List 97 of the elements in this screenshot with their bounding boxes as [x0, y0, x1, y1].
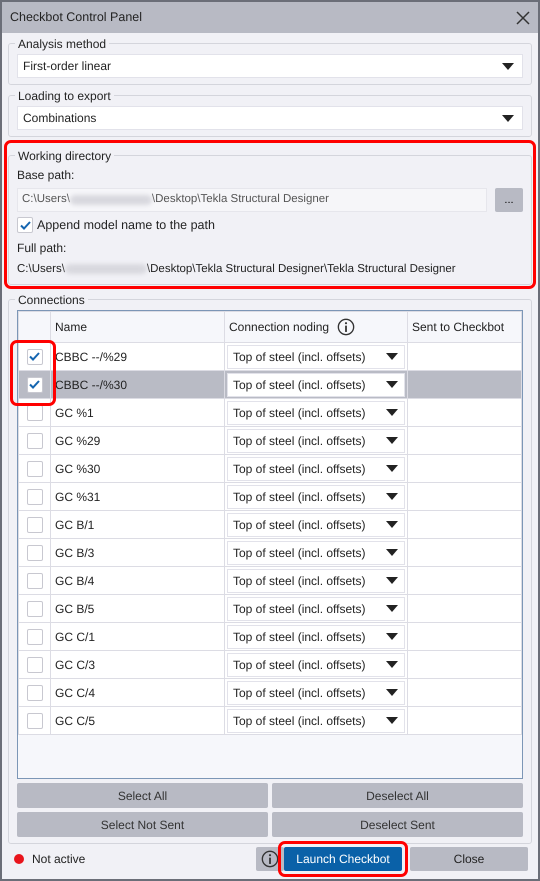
checkbox[interactable]	[26, 432, 42, 448]
dropdown-arrow-icon	[502, 114, 514, 122]
noding-dropdown[interactable]: Top of steel (incl. offsets)	[227, 540, 405, 564]
field-label: Full path:	[17, 240, 68, 257]
table-cell: GC C/5	[55, 714, 96, 728]
table-cell: GC C/4	[55, 686, 96, 700]
path-text: \Desktop\Tekla Structural Designer	[152, 192, 329, 208]
checkbox[interactable]	[26, 516, 42, 532]
dropdown-arrow-icon	[386, 605, 398, 612]
table-cell: GC %1	[55, 406, 94, 420]
table-row[interactable]: GC %31 Top of steel (incl. offsets)	[18, 482, 522, 510]
dropdown-arrow-icon	[386, 381, 398, 388]
table-row[interactable]: GC B/5 Top of steel (incl. offsets)	[18, 594, 522, 622]
table-row[interactable]: CBBC --/%29 Top of steel (incl. offsets)	[18, 342, 522, 370]
action-button[interactable]: Select All	[17, 783, 268, 808]
noding-dropdown[interactable]: Top of steel (incl. offsets)	[227, 708, 405, 732]
table-row[interactable]: GC %30 Top of steel (incl. offsets)	[18, 454, 522, 482]
table-cell: CBBC --/%29	[55, 350, 128, 364]
table-cell: GC %29	[55, 434, 100, 448]
dropdown-arrow-icon	[386, 689, 398, 696]
noding-dropdown[interactable]: Top of steel (incl. offsets)	[227, 652, 405, 676]
close-button[interactable]	[514, 8, 532, 26]
dropdown-arrow-icon	[502, 62, 514, 70]
table-cell: GC C/1	[55, 630, 96, 644]
dropdown-arrow-icon	[386, 633, 398, 640]
loading-dropdown[interactable]: Combinations	[17, 106, 523, 130]
checkbox[interactable]	[26, 656, 42, 672]
noding-dropdown[interactable]: Top of steel (incl. offsets)	[227, 624, 405, 648]
dropdown-arrow-icon	[386, 493, 398, 500]
path-text: C:\Users\	[22, 192, 70, 208]
checkbox[interactable]	[26, 600, 42, 616]
path-field[interactable]: C:\Users\ \Desktop\Tekla Structural Designer	[17, 188, 487, 212]
close-button[interactable]: Close	[410, 846, 528, 870]
path-text: \Desktop\Tekla Structural Designer\Tekla Structural Designer	[146, 262, 456, 277]
action-button[interactable]: Deselect All	[272, 783, 523, 808]
table-row[interactable]: GC B/4 Top of steel (incl. offsets)	[18, 566, 522, 594]
info-icon	[337, 318, 356, 336]
checkbox[interactable]	[26, 712, 42, 728]
table-cell: CBBC --/%30	[55, 378, 128, 392]
noding-dropdown[interactable]: Top of steel (incl. offsets)	[227, 428, 405, 452]
checkbox[interactable]	[26, 684, 42, 700]
checkbox[interactable]	[26, 544, 42, 560]
table-cell: GC %30	[55, 462, 100, 476]
dropdown-arrow-icon	[386, 409, 398, 416]
table-cell: GC B/3	[55, 546, 94, 560]
noding-dropdown[interactable]: Top of steel (incl. offsets)	[227, 484, 405, 508]
launch-button[interactable]: Launch Checkbot	[284, 846, 402, 870]
noding-dropdown[interactable]: Top of steel (incl. offsets)	[227, 344, 405, 368]
dropdown-arrow-icon	[386, 465, 398, 472]
action-button[interactable]: Select Not Sent	[17, 812, 268, 837]
table-cell: GC %31	[55, 490, 100, 504]
checkbox[interactable]	[26, 376, 42, 392]
column-header: Connection noding	[229, 318, 356, 336]
noding-dropdown[interactable]: Top of steel (incl. offsets)	[227, 456, 405, 480]
checkbox[interactable]	[17, 217, 33, 234]
dropdown-arrow-icon	[386, 353, 398, 360]
table-row[interactable]: GC %29 Top of steel (incl. offsets)	[18, 426, 522, 454]
checkbox[interactable]	[26, 460, 42, 476]
action-button[interactable]: Deselect Sent	[272, 812, 523, 837]
field-label: Base path:	[17, 167, 76, 184]
status-text: Not active	[32, 850, 86, 868]
table-row[interactable]: GC C/1 Top of steel (incl. offsets)	[18, 622, 522, 650]
noding-dropdown[interactable]: Top of steel (incl. offsets)	[227, 596, 405, 620]
window-title: Checkbot Control Panel	[10, 9, 142, 26]
noding-dropdown[interactable]: Top of steel (incl. offsets)	[227, 372, 405, 396]
noding-dropdown[interactable]: Top of steel (incl. offsets)	[227, 400, 405, 424]
checkbox-label: Append model name to the path	[37, 217, 215, 234]
dropdown-arrow-icon	[386, 549, 398, 556]
path-text: C:\Users\	[17, 262, 65, 277]
table-row[interactable]: CBBC --/%30 Top of steel (incl. offsets)	[18, 370, 522, 398]
column-header: Name	[55, 320, 88, 334]
table-row[interactable]: GC C/5 Top of steel (incl. offsets)	[18, 706, 522, 734]
table-cell: GC B/4	[55, 574, 94, 588]
dropdown-arrow-icon	[386, 577, 398, 584]
noding-dropdown[interactable]: Top of steel (incl. offsets)	[227, 568, 405, 592]
checkbox[interactable]	[26, 628, 42, 644]
browse-button[interactable]: ...	[495, 188, 523, 212]
info-button[interactable]	[256, 846, 284, 870]
table-row[interactable]: GC C/4 Top of steel (incl. offsets)	[18, 678, 522, 706]
dropdown-arrow-icon	[386, 717, 398, 724]
dropdown-arrow-icon	[386, 521, 398, 528]
dropdown-arrow-icon	[386, 437, 398, 444]
noding-dropdown[interactable]: Top of steel (incl. offsets)	[227, 680, 405, 704]
column-header: Sent to Checkbot	[412, 320, 504, 334]
table-cell: GC B/5	[55, 602, 94, 616]
table-cell: GC B/1	[55, 518, 94, 532]
noding-dropdown[interactable]: Top of steel (incl. offsets)	[227, 512, 405, 536]
analysis-method-dropdown[interactable]: First-order linear	[17, 54, 523, 78]
checkbox[interactable]	[26, 572, 42, 588]
table-row[interactable]: GC B/3 Top of steel (incl. offsets)	[18, 538, 522, 566]
table-row[interactable]: GC C/3 Top of steel (incl. offsets)	[18, 650, 522, 678]
table-cell: GC C/3	[55, 658, 96, 672]
checkbox[interactable]	[26, 488, 42, 504]
table-row[interactable]: GC B/1 Top of steel (incl. offsets)	[18, 510, 522, 538]
table-row[interactable]: GC %1 Top of steel (incl. offsets)	[18, 398, 522, 426]
dropdown-arrow-icon	[386, 661, 398, 668]
checkbox[interactable]	[26, 348, 42, 364]
